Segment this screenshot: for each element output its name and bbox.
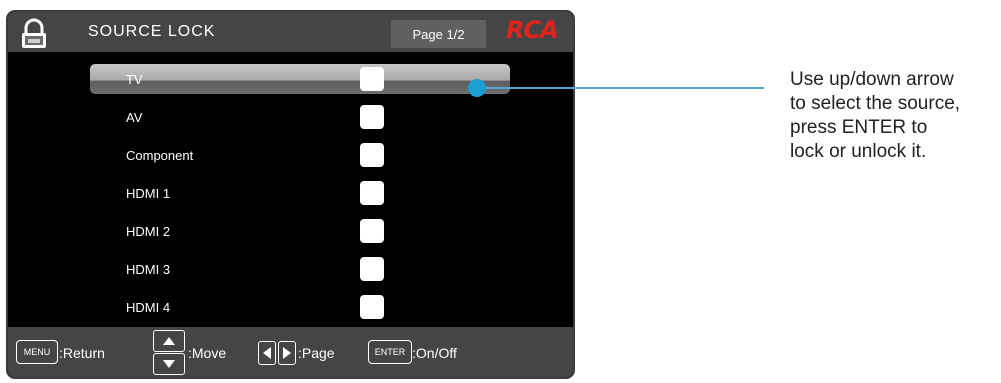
move-hint: :Move — [188, 345, 227, 361]
key-hint-bar: MENU :Return :Move :Page ENTER :On/Off — [8, 327, 573, 377]
callout-line-1: Use up/down arrow — [790, 69, 954, 90]
lock-checkbox[interactable] — [360, 67, 384, 91]
callout-line — [482, 87, 764, 89]
source-row-hdmi2[interactable]: HDMI 2 — [90, 216, 510, 246]
lock-checkbox[interactable] — [360, 219, 384, 243]
page-title: SOURCE LOCK — [88, 23, 216, 40]
source-label: HDMI 2 — [126, 224, 171, 239]
callout-dot — [468, 79, 486, 97]
down-arrow-key-icon — [153, 353, 185, 375]
source-label: HDMI 4 — [126, 300, 171, 315]
tv-menu-panel: SOURCE LOCK Page 1/2 RCA TV AV Component… — [6, 10, 575, 379]
source-row-tv[interactable]: TV — [90, 64, 510, 94]
callout-line-3: press ENTER to — [790, 117, 928, 138]
callout-line-4: lock or unlock it. — [790, 141, 927, 162]
lock-checkbox[interactable] — [360, 143, 384, 167]
lock-checkbox[interactable] — [360, 295, 384, 319]
brand-logo: RCA — [506, 16, 559, 44]
page-hint: :Page — [298, 345, 335, 361]
source-label: HDMI 3 — [126, 262, 171, 277]
source-row-hdmi1[interactable]: HDMI 1 — [90, 178, 510, 208]
lock-checkbox[interactable] — [360, 181, 384, 205]
menu-header: SOURCE LOCK Page 1/2 RCA — [8, 12, 573, 52]
source-row-av[interactable]: AV — [90, 102, 510, 132]
source-label: HDMI 1 — [126, 186, 171, 201]
menu-key: MENU — [16, 340, 58, 364]
left-arrow-key-icon — [258, 341, 276, 365]
right-arrow-key-icon — [278, 341, 296, 365]
source-row-hdmi4[interactable]: HDMI 4 — [90, 292, 510, 322]
return-hint: :Return — [59, 345, 105, 361]
onoff-hint: :On/Off — [412, 345, 457, 361]
enter-key: ENTER — [368, 340, 412, 364]
lock-icon — [22, 18, 46, 48]
source-label: AV — [126, 110, 143, 125]
source-label: TV — [126, 72, 143, 87]
lock-checkbox[interactable] — [360, 257, 384, 281]
source-row-hdmi3[interactable]: HDMI 3 — [90, 254, 510, 284]
lock-checkbox[interactable] — [360, 105, 384, 129]
source-label: Component — [126, 148, 194, 163]
up-arrow-key-icon — [153, 330, 185, 352]
callout-line-2: to select the source, — [790, 93, 961, 114]
callout-instructions: Use up/down arrow to select the source, … — [790, 68, 1001, 164]
source-row-component[interactable]: Component — [90, 140, 510, 170]
page-indicator: Page 1/2 — [391, 20, 486, 48]
